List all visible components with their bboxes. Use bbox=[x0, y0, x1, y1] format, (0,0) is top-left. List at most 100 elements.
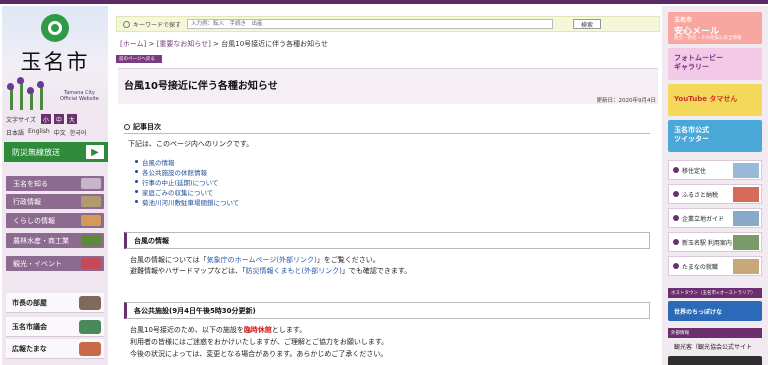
city-name: 玉名市 bbox=[20, 50, 90, 74]
bullet-icon bbox=[673, 191, 679, 197]
anshin-mail-banner[interactable]: 玉名市 安心メール 防災・防犯・その他安心安全情報 bbox=[668, 12, 762, 44]
closure-emphasis: 臨時休館 bbox=[243, 326, 272, 334]
breadcrumb-sep: > bbox=[146, 40, 157, 48]
top-bar bbox=[0, 0, 768, 4]
font-size-large-button[interactable]: 大 bbox=[66, 114, 77, 124]
bullet-icon bbox=[673, 263, 679, 269]
nav-industry[interactable]: 農林水産・商工業 bbox=[6, 233, 104, 248]
link-label: 企業立地ガイド bbox=[682, 215, 725, 223]
host-town-heading: ホストタウン（玉名市×オーストラリア） bbox=[668, 288, 762, 298]
nav-label: 農林水産・商工業 bbox=[13, 236, 69, 245]
banner-title: 玉名市公式 ツイッター bbox=[674, 126, 709, 143]
iris-illustration bbox=[4, 76, 54, 110]
bousai-label: 防災無線放送 bbox=[12, 147, 60, 157]
font-size-controls: 文字サイズ 小 中 大 bbox=[6, 113, 106, 125]
arrow-right-icon: ▶ bbox=[86, 145, 104, 159]
left-sidebar: 玉名市 Tamana City Official Website 文字サイズ 小… bbox=[2, 6, 108, 365]
text: 」でも確認できます。 bbox=[341, 267, 412, 275]
font-size-small-button[interactable]: 小 bbox=[40, 114, 51, 124]
breadcrumb: [ホーム] > [重要なお知らせ] > 台風10号接近に伴う各種お知らせ bbox=[120, 39, 328, 49]
text: 台風10号接近のため、以下の施設を bbox=[130, 326, 244, 334]
text: 避難情報やハザードマップなどは、「 bbox=[130, 267, 246, 275]
link-iju-teiju[interactable]: 移住定住 bbox=[668, 160, 762, 180]
divider bbox=[124, 133, 650, 134]
breadcrumb-home[interactable]: [ホーム] bbox=[120, 40, 146, 48]
page: 玉名市 Tamana City Official Website 文字サイズ 小… bbox=[0, 0, 768, 365]
toc-heading: 記事目次 bbox=[124, 122, 161, 132]
bullet-icon bbox=[673, 239, 679, 245]
lang-english[interactable]: English bbox=[28, 128, 50, 137]
external-info-heading: 外部情報 bbox=[668, 328, 762, 338]
festival-icon bbox=[81, 258, 101, 269]
toc-link-events[interactable]: 行事の中止(延期)について bbox=[134, 177, 218, 187]
link-tamana-shushoku[interactable]: たまなの就職 bbox=[668, 256, 762, 276]
link-label: 玉名市議会 bbox=[12, 322, 47, 331]
bird-icon bbox=[81, 178, 101, 189]
link-label: 広報たまな bbox=[12, 344, 47, 353]
thumbnail bbox=[733, 211, 759, 226]
youtube-banner[interactable]: YouTube タマせん bbox=[668, 84, 762, 116]
twitter-banner[interactable]: 玉名市公式 ツイッター bbox=[668, 120, 762, 152]
language-links: 日本語 English 中文 한국어 bbox=[6, 128, 86, 137]
link-furusato-nozei[interactable]: ふるさと納税 bbox=[668, 184, 762, 204]
updated-date: 更新日：2020年9月4日 bbox=[596, 98, 657, 104]
bousai-kumamoto-link[interactable]: 防災情報くまもと(外部リンク) bbox=[246, 267, 342, 275]
kanko-link[interactable]: 観光客（観光協会公式サイト bbox=[674, 342, 752, 351]
bullet-icon bbox=[673, 167, 679, 173]
toc-link-facilities[interactable]: 各公共施設の休館情報 bbox=[135, 167, 207, 177]
kanko-banner[interactable] bbox=[668, 356, 762, 365]
font-size-medium-button[interactable]: 中 bbox=[53, 114, 64, 124]
council-icon bbox=[79, 320, 101, 334]
lang-japanese[interactable]: 日本語 bbox=[6, 128, 24, 137]
main-content: キーワードで探す 入力例：転入 手続き 出産 検索 [ホーム] > [重要なお知… bbox=[116, 12, 660, 365]
link-kigyo-ritchi[interactable]: 企業立地ガイド bbox=[668, 208, 762, 228]
jma-link[interactable]: 気象庁のホームページ(外部リンク) bbox=[207, 256, 317, 264]
right-sidebar: 玉名市 安心メール 防災・防犯・その他安心安全情報 フォトムービー ギャラリー … bbox=[662, 6, 768, 365]
search-icon bbox=[123, 20, 130, 28]
breadcrumb-current: 台風10号接近に伴う各種お知らせ bbox=[221, 40, 329, 48]
breadcrumb-sep: > bbox=[210, 40, 222, 48]
typhoon-text-1: 台風の情報については「気象庁のホームページ(外部リンク)」をご覧ください。 bbox=[130, 255, 380, 265]
nav-know-tamana[interactable]: 玉名を知る bbox=[6, 176, 104, 191]
facilities-text-2: 利用者の皆様にはご迷惑をおかけいたしますが、ご理解とご協力をお願いします。 bbox=[130, 338, 389, 346]
link-mayor[interactable]: 市長の部屋 bbox=[6, 293, 104, 313]
nav-label: 行政情報 bbox=[13, 197, 41, 206]
link-label: ふるさと納税 bbox=[682, 191, 719, 199]
typhoon-text-2: 避難情報やハザードマップなどは、「防災情報くまもと(外部リンク)」でも確認できま… bbox=[130, 266, 411, 276]
logo-subtitle: Tamana City Official Website bbox=[60, 90, 99, 102]
nav-gyosei[interactable]: 行政情報 bbox=[6, 194, 104, 209]
toc-link-typhoon[interactable]: 台風の情報 bbox=[135, 157, 175, 167]
lang-korean[interactable]: 한국어 bbox=[70, 128, 87, 137]
section-heading-facilities: 各公共施設(9月4日午後5時30分更新) bbox=[124, 302, 650, 319]
link-shin-tamana-station[interactable]: 新玉名駅 利用案内 bbox=[668, 232, 762, 252]
breadcrumb-important[interactable]: [重要なお知らせ] bbox=[157, 40, 211, 48]
toc-link-garbage[interactable]: 家庭ごみの収集について bbox=[134, 187, 213, 197]
site-logo[interactable]: 玉名市 Tamana City Official Website bbox=[2, 6, 108, 110]
toc-link-parking[interactable]: 菊池川河川敷駐車場閉鎖について bbox=[134, 197, 239, 207]
banner-subtitle: 防災・防犯・その他安心安全情報 bbox=[674, 36, 742, 41]
facilities-text-1: 台風10号接近のため、以下の施設を臨時休館とします。 bbox=[130, 325, 306, 335]
link-city-council[interactable]: 玉名市議会 bbox=[6, 317, 104, 337]
bousai-broadcast-button[interactable]: 防災無線放送 ▶ bbox=[4, 142, 108, 162]
search-button[interactable]: 検索 bbox=[573, 19, 602, 29]
lang-chinese[interactable]: 中文 bbox=[54, 128, 66, 137]
search-input[interactable]: 入力例：転入 手続き 出産 bbox=[187, 19, 554, 29]
thumbnail bbox=[733, 235, 759, 250]
title-box: 台風10号接近に伴う各種お知らせ bbox=[118, 68, 658, 104]
text: 台風の情報については「 bbox=[130, 256, 207, 264]
photo-movie-gallery-banner[interactable]: フォトムービー ギャラリー bbox=[668, 48, 762, 80]
banner-title: フォトムービー ギャラリー bbox=[674, 54, 723, 71]
host-town-banner[interactable]: 世界のちっぽけな bbox=[668, 301, 762, 321]
city-emblem-icon bbox=[41, 14, 69, 42]
search-bar: キーワードで探す 入力例：転入 手続き 出産 検索 bbox=[116, 16, 660, 32]
nav-tourism[interactable]: 観光・イベント bbox=[6, 256, 104, 271]
link-koho-tamana[interactable]: 広報たまな bbox=[6, 339, 104, 359]
nav-label: くらしの情報 bbox=[13, 216, 55, 225]
nav-kurashi[interactable]: くらしの情報 bbox=[6, 213, 104, 228]
back-button[interactable]: 前のページへ戻る bbox=[116, 55, 162, 63]
building-icon bbox=[81, 196, 101, 207]
font-size-label: 文字サイズ bbox=[6, 116, 36, 124]
link-label: たまなの就職 bbox=[682, 263, 718, 271]
thumbnail bbox=[733, 187, 759, 202]
toc-heading-text: 記事目次 bbox=[133, 123, 161, 131]
